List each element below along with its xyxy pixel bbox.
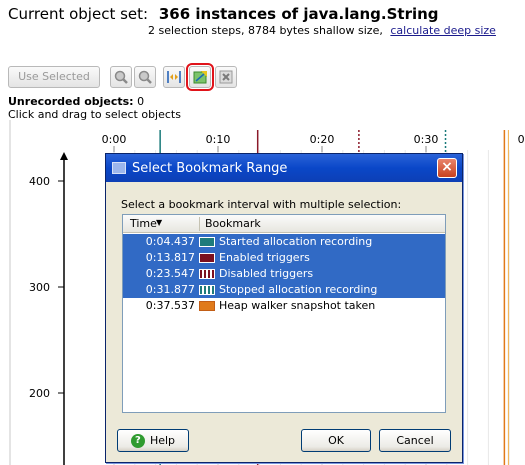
row-time: 0:04.437 — [145, 235, 195, 248]
zoom-in-icon — [114, 70, 128, 84]
x-tick-label: 0:40 — [518, 133, 525, 146]
object-set-label: Current object set: — [8, 5, 149, 23]
row-time: 0:13.817 — [145, 251, 195, 264]
bookmark-swatch — [199, 285, 215, 295]
column-bookmark[interactable]: Bookmark — [205, 217, 261, 230]
dialog-title-bar[interactable]: Select Bookmark Range × — [106, 154, 462, 182]
row-bookmark: Disabled triggers — [219, 267, 314, 280]
table-row[interactable]: 0:31.877 Stopped allocation recording — [123, 282, 445, 298]
header-title: Current object set: 366 instances of jav… — [8, 5, 439, 23]
zoom-out-button[interactable] — [134, 66, 156, 88]
x-tick-label: 0:20 — [310, 133, 335, 146]
zoom-out-icon — [138, 70, 152, 84]
dialog-app-icon — [112, 162, 126, 174]
row-time: 0:37.537 — [145, 299, 195, 312]
use-selected-button[interactable]: Use Selected — [8, 66, 100, 88]
column-separator[interactable] — [199, 217, 200, 231]
select-bookmark-range-dialog: Select Bookmark Range × Select a bookmar… — [105, 153, 463, 463]
table-row[interactable]: 0:37.537 Heap walker snapshot taken — [123, 298, 445, 314]
row-bookmark: Heap walker snapshot taken — [219, 299, 376, 312]
bookmark-swatch — [199, 269, 215, 279]
close-button[interactable]: × — [437, 158, 457, 178]
calculate-deep-size-link[interactable]: calculate deep size — [390, 24, 496, 37]
y-tick-label: 200 — [29, 387, 50, 400]
help-label: Help — [149, 434, 176, 447]
row-bookmark: Started allocation recording — [219, 235, 373, 248]
row-bookmark: Stopped allocation recording — [219, 283, 378, 296]
x-tick-label: 0:10 — [206, 133, 231, 146]
fit-width-icon — [167, 71, 181, 83]
row-time: 0:23.547 — [145, 267, 195, 280]
x-tick-label: 0:00 — [102, 133, 127, 146]
unrecorded-objects: Unrecorded objects: 0 — [8, 95, 144, 108]
dialog-title: Select Bookmark Range — [132, 160, 288, 176]
clear-selection-button[interactable] — [215, 66, 237, 88]
y-tick-label: 400 — [29, 175, 50, 188]
fit-width-button[interactable] — [163, 66, 185, 88]
table-row[interactable]: 0:23.547 Disabled triggers — [123, 266, 445, 282]
y-tick-label: 300 — [29, 281, 50, 294]
x-tick-label: 0:30 — [414, 133, 439, 146]
clear-selection-icon — [219, 70, 233, 84]
row-time: 0:31.877 — [145, 283, 195, 296]
select-bookmark-range-button[interactable] — [186, 63, 214, 91]
row-bookmark: Enabled triggers — [219, 251, 310, 264]
unrecorded-label: Unrecorded objects: — [8, 95, 134, 108]
dialog-prompt: Select a bookmark interval with multiple… — [121, 198, 402, 211]
bookmark-swatch — [199, 301, 215, 311]
header-subtitle: 2 selection steps, 8784 bytes shallow si… — [148, 24, 496, 37]
table-header: Time ▼ Bookmark — [123, 215, 445, 233]
bookmark-swatch — [199, 237, 215, 247]
column-time[interactable]: Time — [130, 217, 157, 230]
select-bookmark-range-icon — [193, 71, 207, 84]
sort-descending-icon: ▼ — [156, 218, 163, 227]
help-icon: ? — [130, 433, 145, 448]
unrecorded-value: 0 — [137, 95, 145, 108]
bookmark-table[interactable]: Time ▼ Bookmark 0:04.437 Started allocati… — [122, 214, 446, 413]
bookmark-swatch — [199, 253, 215, 263]
cancel-button[interactable]: Cancel — [379, 429, 451, 452]
selection-summary: 2 selection steps, 8784 bytes shallow si… — [148, 24, 383, 37]
table-row[interactable]: 0:13.817 Enabled triggers — [123, 250, 445, 266]
ok-button[interactable]: OK — [301, 429, 371, 452]
table-row[interactable]: 0:04.437 Started allocation recording — [123, 234, 445, 250]
y-axis-arrow — [60, 152, 68, 160]
toolbar: Use Selected — [8, 63, 248, 91]
zoom-in-button[interactable] — [110, 66, 132, 88]
help-button[interactable]: ? Help — [117, 429, 189, 452]
object-set-value: 366 instances of java.lang.String — [158, 5, 439, 23]
